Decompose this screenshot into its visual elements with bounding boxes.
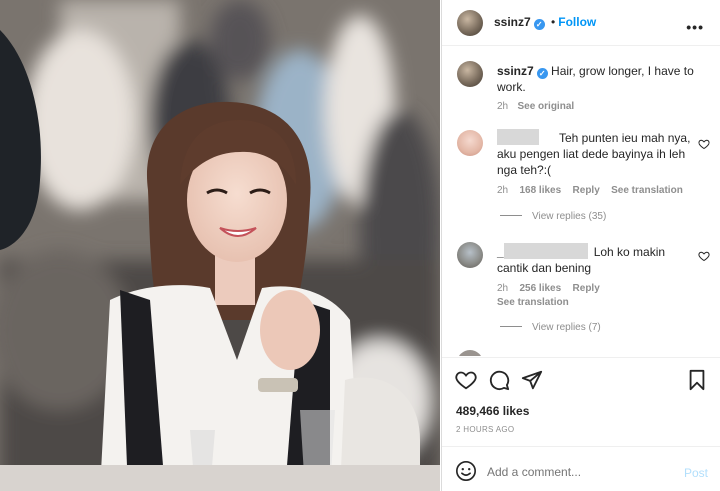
comment-text-line: aku pengen liat dede bayinya ih leh	[497, 147, 686, 161]
comment-icon[interactable]	[488, 369, 510, 391]
post-header: ssinz7 ✓ • Follow •••	[442, 0, 720, 45]
commenter-avatar[interactable]	[457, 242, 483, 268]
caption-username[interactable]: ssinz7	[497, 64, 534, 78]
follow-button[interactable]: Follow	[558, 15, 596, 29]
replies-line	[500, 326, 522, 327]
post-details-panel: ssinz7 ✓ • Follow ••• ssinz7 ✓ Hair, grow l…	[441, 0, 720, 491]
commenter-avatar[interactable]	[457, 130, 483, 156]
author-username[interactable]: ssinz7	[494, 15, 531, 29]
redacted-username[interactable]	[503, 243, 588, 259]
post-timestamp: 2 HOURS AGO	[456, 425, 515, 434]
comment-text-line: nga teh?:(	[497, 163, 552, 177]
reply-button[interactable]: Reply	[573, 283, 600, 294]
heart-icon[interactable]	[455, 369, 477, 391]
more-options-icon[interactable]: •••	[686, 19, 704, 35]
separator-dot: •	[551, 15, 556, 29]
like-comment-heart-icon[interactable]	[698, 250, 710, 262]
post-photo[interactable]	[0, 0, 440, 491]
author-avatar[interactable]	[457, 10, 483, 36]
caption-avatar[interactable]	[457, 61, 483, 87]
comment-text: Teh punten ieu mah nya,	[559, 131, 691, 145]
header-divider	[442, 45, 720, 46]
see-original-link[interactable]: See original	[517, 101, 574, 112]
comment-text: Loh ko makin	[593, 245, 666, 259]
caption-time: 2h	[497, 101, 509, 112]
comment-item: Teh punten ieu mah nya, aku pengen liat …	[442, 125, 720, 225]
likes-count[interactable]: 489,466 likes	[456, 404, 529, 418]
view-replies-button[interactable]: View replies (7)	[500, 322, 601, 333]
comment-username-prefix[interactable]: _	[497, 245, 504, 259]
verified-badge-icon: ✓	[533, 19, 545, 30]
like-comment-heart-icon[interactable]	[698, 138, 710, 150]
comment-item-partial	[457, 350, 483, 356]
emoji-icon[interactable]	[455, 460, 477, 482]
view-replies-label: View replies (35)	[532, 211, 607, 222]
view-replies-label: View replies (7)	[532, 322, 601, 333]
comment-text-line: cantik dan bening	[497, 261, 592, 275]
redacted-username[interactable]	[497, 129, 539, 145]
see-translation-link[interactable]: See translation	[497, 297, 569, 308]
actions-divider	[442, 357, 720, 358]
composer-divider	[442, 446, 720, 447]
comment-item: _ Loh ko makin cantik dan bening 2h 256 l…	[442, 237, 720, 337]
post-comment-button[interactable]: Post	[684, 466, 708, 480]
comment-time: 2h	[497, 185, 509, 196]
verified-badge-icon: ✓	[536, 68, 548, 79]
add-comment-input[interactable]	[487, 462, 677, 482]
bookmark-icon[interactable]	[686, 369, 708, 391]
paper-plane-icon[interactable]	[521, 369, 543, 391]
comment-likes[interactable]: 168 likes	[519, 185, 561, 196]
comment-likes[interactable]: 256 likes	[519, 283, 561, 294]
reply-button[interactable]: Reply	[573, 185, 600, 196]
commenter-avatar	[457, 350, 483, 356]
view-replies-button[interactable]: View replies (35)	[500, 211, 606, 222]
see-translation-link[interactable]: See translation	[611, 185, 683, 196]
comment-time: 2h	[497, 283, 509, 294]
replies-line	[500, 215, 522, 216]
photo-illustration	[0, 0, 440, 491]
